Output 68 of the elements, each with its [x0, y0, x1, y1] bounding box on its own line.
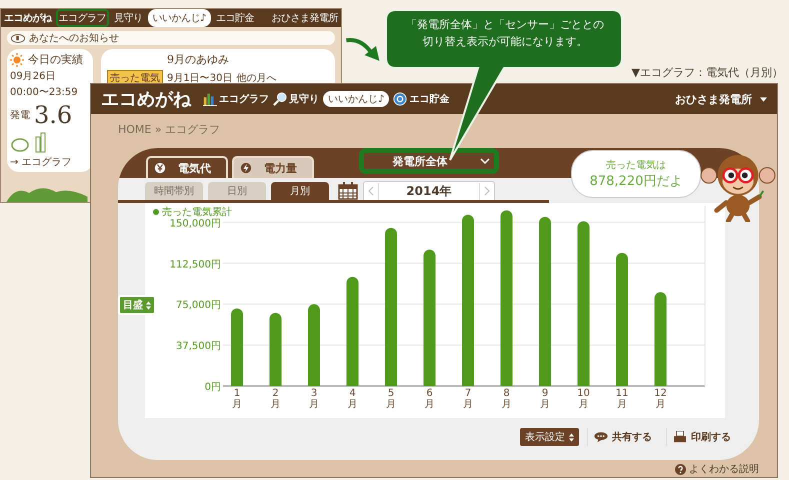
- date-text: 09月26日: [10, 70, 56, 83]
- sun-icon: [10, 52, 24, 66]
- period-tab[interactable]: 月別: [271, 182, 329, 200]
- metric-label: 発電: [10, 109, 30, 122]
- plant-menu[interactable]: おひさま発電所: [272, 11, 338, 25]
- y-tick-label: 37,500円: [176, 341, 221, 352]
- x-axis-label: 10月: [576, 388, 591, 410]
- graph-link[interactable]: → エコグラフ: [10, 155, 72, 169]
- x-axis-label: 5月: [385, 388, 397, 410]
- calendar-icon[interactable]: [338, 182, 358, 200]
- time-range: 00:00〜23:59: [10, 86, 78, 99]
- other-month-link[interactable]: 他の月へ: [236, 71, 276, 85]
- metric-value: 3.6: [34, 101, 72, 129]
- x-axis-label: 1月: [231, 388, 243, 410]
- x-axis-label: 9月: [539, 388, 551, 410]
- nav-link[interactable]: エコグラフ: [56, 9, 109, 27]
- logo: エコめがね: [4, 12, 52, 25]
- status-pill[interactable]: いいかんじ♪: [323, 91, 390, 107]
- up-down-icon: [146, 300, 151, 310]
- help-icon: [675, 464, 686, 474]
- caption: ▼エコグラフ：電気代（月別）: [632, 65, 783, 80]
- y-tick-label: 150,000円: [170, 218, 221, 230]
- x-axis-label: 2月: [270, 388, 282, 410]
- plant-menu[interactable]: おひさま発電所: [675, 92, 752, 106]
- nav-link[interactable]: 見守り: [289, 92, 319, 106]
- print-button[interactable]: 印刷する: [666, 428, 737, 446]
- card-title: 9月のあゆみ: [167, 52, 229, 67]
- yen-icon: [154, 162, 166, 174]
- x-axis-label: 12月: [653, 388, 668, 410]
- display-settings-button[interactable]: 表示設定: [520, 428, 579, 446]
- speech-bubble-icon: [594, 431, 608, 443]
- share-button[interactable]: 共有する: [587, 428, 658, 446]
- nav-link[interactable]: エコ貯金: [212, 9, 257, 27]
- year-label: 2014年: [378, 182, 480, 200]
- nav-link[interactable]: 見守り: [111, 9, 146, 27]
- scope-dropdown[interactable]: 発電所全体: [362, 151, 496, 171]
- caret-icon: [760, 96, 767, 102]
- x-axis-label: 8月: [500, 388, 512, 410]
- printer-icon: [673, 431, 687, 443]
- bar-chart-icon: [203, 92, 217, 106]
- callout-text: 「発電所全体」と「センサー」ごととの 切り替え表示が可能になります。: [405, 17, 605, 50]
- y-tick-label: 0円: [204, 382, 221, 393]
- magnifier-icon: [273, 92, 287, 106]
- x-axis-label: 7月: [462, 388, 474, 410]
- bubble-text: 売った電気は: [606, 158, 666, 172]
- date-range: 9月1日〜30日: [167, 72, 232, 85]
- nav-link[interactable]: エコ貯金: [409, 92, 450, 106]
- up-down-icon: [569, 432, 574, 442]
- coin-icon: [393, 92, 408, 106]
- x-axis-label: 11月: [614, 388, 630, 410]
- card-title: 今日の実績: [28, 52, 83, 67]
- x-axis-label: 3月: [308, 388, 320, 410]
- lightning-icon: [240, 162, 252, 174]
- y-tick-label: 112,500円: [170, 259, 221, 270]
- chevron-down-icon: [480, 158, 490, 164]
- nav-link[interactable]: エコグラフ: [219, 92, 269, 106]
- tab[interactable]: 電力量: [232, 156, 314, 178]
- y-tick-label: 75,000円: [176, 300, 221, 312]
- tab[interactable]: 電気代: [146, 156, 228, 178]
- period-tab[interactable]: 日別: [208, 182, 266, 200]
- logo: エコめがね: [101, 88, 191, 111]
- x-axis-label: 6月: [424, 388, 436, 410]
- notice-bar[interactable]: あなたへのお知らせ: [7, 31, 335, 45]
- legend-label: 売った電気累計: [162, 206, 232, 218]
- x-axis-label: 4月: [346, 388, 358, 410]
- status-pill[interactable]: いいかんじ♪: [148, 9, 211, 27]
- bubble-amount: 878,220円だよ: [590, 173, 682, 190]
- help-link[interactable]: よくわかる説明: [675, 462, 759, 476]
